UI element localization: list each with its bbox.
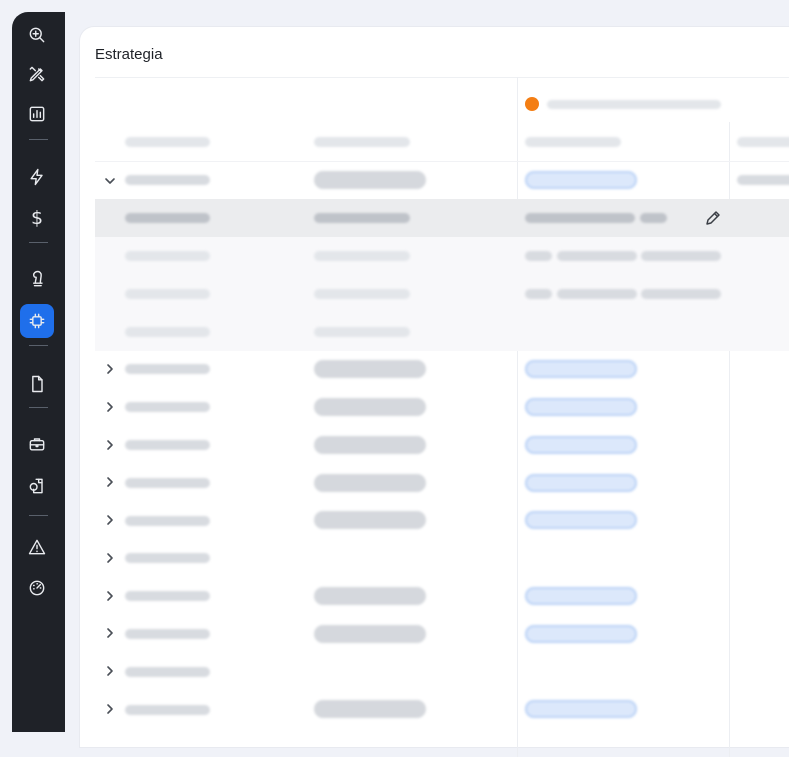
cell-placeholder bbox=[125, 591, 210, 601]
cell-tag bbox=[525, 587, 637, 605]
cell-placeholder bbox=[125, 667, 210, 677]
shapes-icon[interactable] bbox=[20, 469, 54, 503]
group-header-placeholder bbox=[547, 100, 721, 109]
sidebar-divider bbox=[29, 139, 48, 140]
cell-tag bbox=[525, 474, 637, 492]
column-header bbox=[525, 137, 621, 147]
cell-placeholder bbox=[125, 327, 210, 337]
title-divider bbox=[95, 77, 789, 78]
cell-placeholder bbox=[641, 251, 721, 261]
chevron-right-icon[interactable] bbox=[103, 513, 117, 527]
column-header bbox=[125, 137, 210, 147]
cell-tag bbox=[525, 171, 637, 189]
cell-placeholder bbox=[640, 213, 667, 223]
cell-placeholder bbox=[525, 289, 552, 299]
cell-tag bbox=[314, 171, 426, 189]
cell-placeholder bbox=[525, 213, 635, 223]
cell-placeholder bbox=[557, 289, 637, 299]
dollar-icon[interactable]: $ bbox=[20, 201, 54, 235]
cell-placeholder bbox=[125, 553, 210, 563]
chevron-right-icon[interactable] bbox=[103, 626, 117, 640]
chess-piece-icon[interactable] bbox=[20, 262, 54, 296]
cell-tag bbox=[525, 398, 637, 416]
chevron-right-icon[interactable] bbox=[103, 664, 117, 678]
cell-placeholder bbox=[737, 175, 789, 185]
design-tools-icon[interactable] bbox=[20, 57, 54, 91]
cell-tag bbox=[314, 511, 426, 529]
cell-tag bbox=[314, 398, 426, 416]
cell-placeholder bbox=[314, 213, 410, 223]
cell-placeholder bbox=[314, 251, 410, 261]
cell-tag bbox=[314, 587, 426, 605]
sidebar: $ bbox=[12, 12, 65, 732]
chevron-right-icon[interactable] bbox=[103, 475, 117, 489]
cell-placeholder bbox=[314, 289, 410, 299]
cell-placeholder bbox=[125, 364, 210, 374]
cell-placeholder bbox=[125, 440, 210, 450]
cell-placeholder bbox=[125, 175, 210, 185]
cell-tag bbox=[314, 474, 426, 492]
sidebar-divider bbox=[29, 515, 48, 516]
status-dot bbox=[525, 97, 539, 111]
chevron-right-icon[interactable] bbox=[103, 438, 117, 452]
sidebar-divider bbox=[29, 345, 48, 346]
page-title: Estrategia bbox=[95, 46, 163, 63]
cell-placeholder bbox=[525, 251, 552, 261]
chevron-right-icon[interactable] bbox=[103, 589, 117, 603]
chevron-right-icon[interactable] bbox=[103, 702, 117, 716]
cell-tag bbox=[525, 625, 637, 643]
cell-tag bbox=[314, 360, 426, 378]
warning-icon[interactable] bbox=[20, 530, 54, 564]
cell-placeholder bbox=[125, 478, 210, 488]
chevron-right-icon[interactable] bbox=[103, 400, 117, 414]
chevron-down-icon[interactable] bbox=[103, 174, 117, 188]
cell-placeholder bbox=[125, 251, 210, 261]
cell-placeholder bbox=[641, 289, 721, 299]
gauge-icon[interactable] bbox=[20, 571, 54, 605]
chip-icon[interactable] bbox=[20, 304, 54, 338]
dollar-glyph: $ bbox=[30, 206, 44, 229]
sidebar-divider bbox=[29, 407, 48, 408]
cell-tag bbox=[525, 511, 637, 529]
cell-tag bbox=[314, 436, 426, 454]
pencil-icon[interactable] bbox=[704, 209, 722, 227]
cell-placeholder bbox=[125, 213, 210, 223]
cell-tag bbox=[314, 700, 426, 718]
sidebar-divider bbox=[29, 242, 48, 243]
cell-placeholder bbox=[125, 516, 210, 526]
cell-placeholder bbox=[314, 327, 410, 337]
cell-placeholder bbox=[125, 629, 210, 639]
chevron-right-icon[interactable] bbox=[103, 551, 117, 565]
main-panel: Estrategia bbox=[80, 27, 789, 757]
cell-placeholder bbox=[125, 289, 210, 299]
zoom-in-icon[interactable] bbox=[20, 18, 54, 52]
cell-tag bbox=[525, 436, 637, 454]
cell-tag bbox=[525, 360, 637, 378]
cell-placeholder bbox=[125, 402, 210, 412]
cell-placeholder bbox=[125, 705, 210, 715]
column-header bbox=[314, 137, 410, 147]
lightning-icon[interactable] bbox=[20, 160, 54, 194]
column-header bbox=[737, 137, 789, 147]
briefcase-icon[interactable] bbox=[20, 427, 54, 461]
bar-chart-icon[interactable] bbox=[20, 97, 54, 131]
cell-tag bbox=[314, 625, 426, 643]
chevron-right-icon[interactable] bbox=[103, 362, 117, 376]
document-icon[interactable] bbox=[20, 367, 54, 401]
cell-placeholder bbox=[557, 251, 637, 261]
cell-tag bbox=[525, 700, 637, 718]
